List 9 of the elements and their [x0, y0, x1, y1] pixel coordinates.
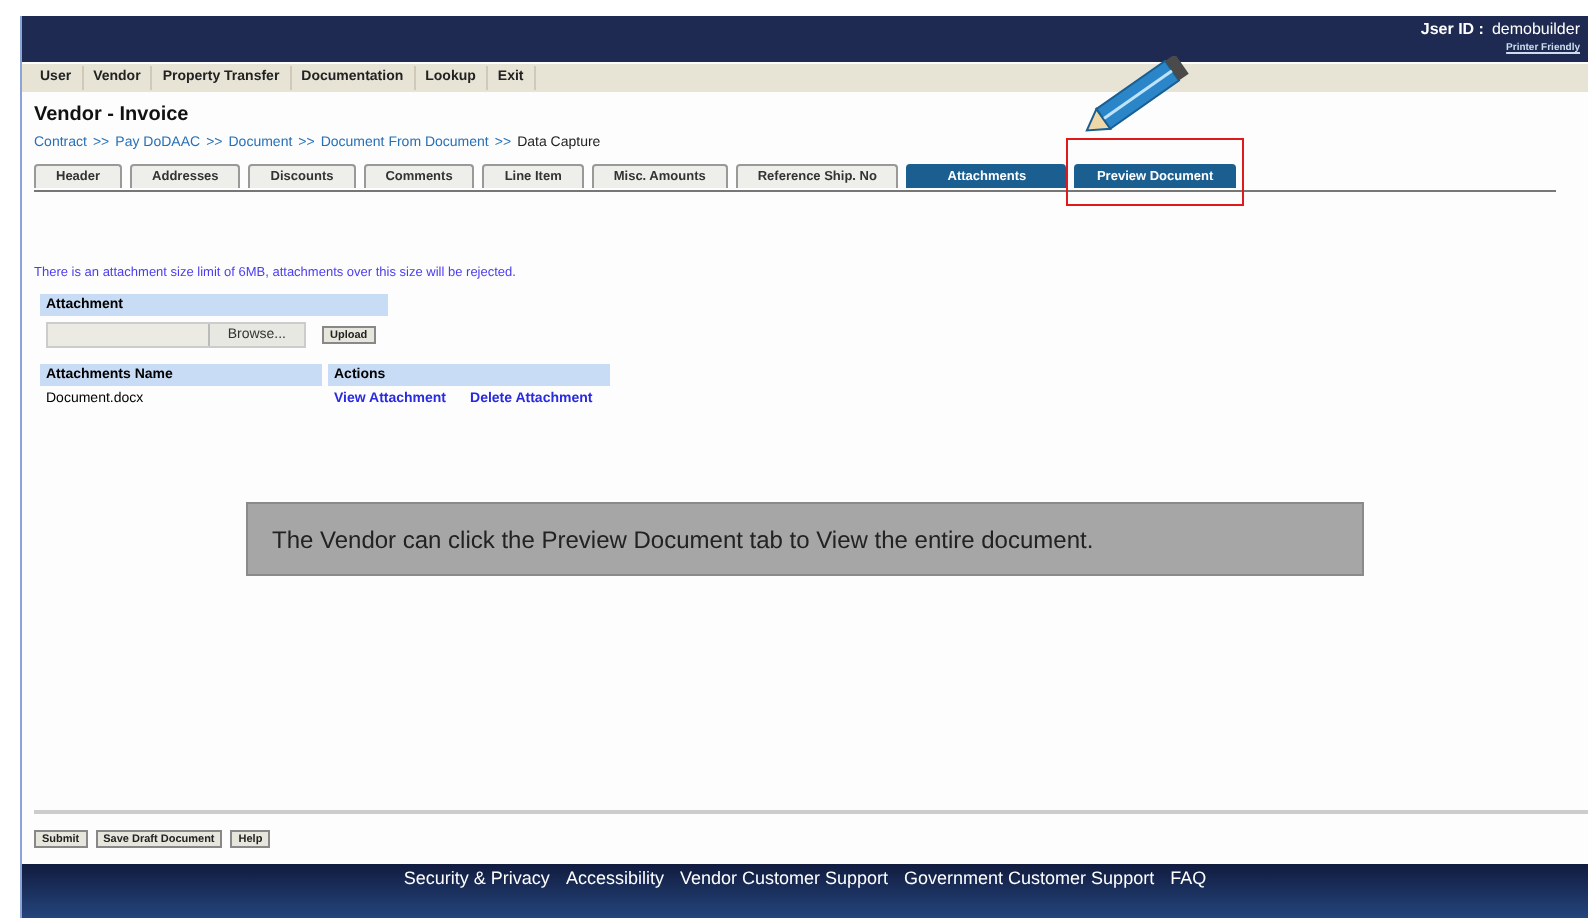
- footer-link[interactable]: Security & Privacy: [403, 868, 550, 918]
- footer-link[interactable]: Vendor Customer Support: [679, 868, 889, 918]
- user-id-label: Jser ID :: [1420, 20, 1484, 38]
- footer-link[interactable]: FAQ: [1170, 868, 1207, 918]
- page-title: Vendor - Invoice: [34, 104, 191, 126]
- footer-link[interactable]: Government Customer Support: [904, 868, 1155, 918]
- footer-link[interactable]: Accessibility: [565, 868, 664, 918]
- callout-text: The Vendor can click the Preview Document tab to View the entire document.: [272, 525, 1094, 553]
- user-id: demobuilder: [1491, 20, 1580, 38]
